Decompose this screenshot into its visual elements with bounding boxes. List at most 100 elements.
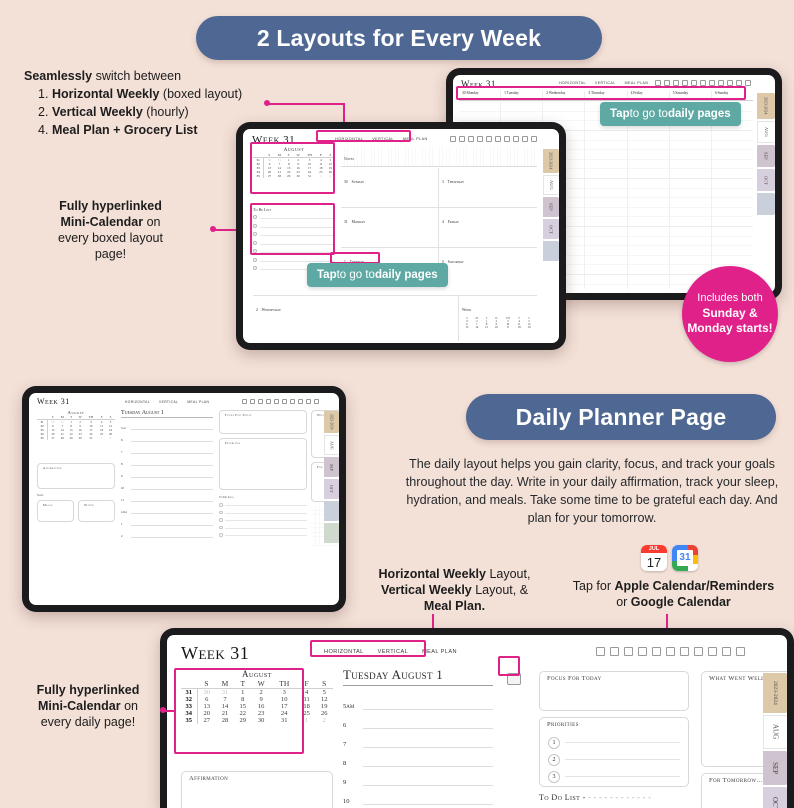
priorities-box[interactable]: Priorities — [219, 438, 307, 490]
affirmation-box[interactable]: Affirmation — [37, 463, 115, 489]
list-icon[interactable] — [736, 647, 745, 656]
hour-row[interactable]: 8 — [121, 454, 213, 466]
hour-line[interactable] — [131, 513, 213, 514]
target-icon[interactable] — [477, 136, 483, 142]
checkbox-icon[interactable] — [253, 257, 257, 262]
target-icon[interactable] — [638, 647, 647, 656]
hour-line[interactable] — [363, 785, 493, 786]
side-tab-year[interactable]: 2023-2024 — [757, 93, 775, 119]
hour-row[interactable]: 1 — [121, 514, 213, 526]
hour-column[interactable] — [585, 102, 628, 289]
trophy-icon[interactable] — [258, 399, 263, 404]
hour-row[interactable]: 9 — [343, 767, 493, 786]
day-cell[interactable]: 2 — [106, 436, 115, 440]
hour-row[interactable]: 10 — [121, 478, 213, 490]
todo-checklist[interactable] — [219, 503, 307, 541]
list-item[interactable] — [219, 518, 307, 522]
hour-row[interactable]: 7 — [343, 729, 493, 748]
checkbox-icon[interactable] — [219, 518, 223, 522]
hour-row[interactable]: 7 — [121, 442, 213, 454]
tab-vertical[interactable]: VERTICAL — [595, 81, 616, 85]
day-cell[interactable]: 14 — [472, 326, 482, 329]
footer-mini-calendar[interactable]: S M T W TH F S 30 31 1 2 3 4 5 6 7 8 9 10 11 12 13 14 15 16 17… — [462, 317, 534, 329]
day-box[interactable]: 30 Sunday — [341, 168, 439, 208]
side-tab-oct[interactable]: OCT — [757, 169, 775, 191]
todo-line[interactable] — [260, 258, 335, 262]
hour-line[interactable] — [363, 747, 493, 748]
hour-row[interactable]: 5am — [343, 691, 493, 710]
trophy-icon[interactable] — [468, 136, 474, 142]
checkbox-icon[interactable] — [253, 266, 257, 270]
tab-meal-plan[interactable]: MEAL PLAN — [625, 81, 649, 85]
day-cell[interactable]: 28 — [58, 436, 67, 440]
day-box[interactable]: 5 Saturday — [439, 248, 537, 288]
meals-box[interactable]: Meals — [37, 500, 74, 522]
day-cell[interactable]: 16 — [491, 326, 501, 329]
home-icon[interactable] — [596, 647, 605, 656]
checkbox-icon[interactable] — [219, 510, 223, 514]
tab-meal-plan[interactable]: MEAL PLAN — [422, 649, 457, 655]
hour-line[interactable] — [131, 525, 213, 526]
hour-line[interactable] — [131, 441, 213, 442]
graduation-icon[interactable] — [459, 136, 465, 142]
side-tab-year[interactable]: 2023-2024 — [763, 673, 787, 713]
flower-icon[interactable] — [274, 399, 279, 404]
day-cell[interactable]: 2 — [315, 717, 333, 724]
tab-meal-plan[interactable]: MEAL PLAN — [187, 400, 209, 404]
todo-line[interactable] — [224, 526, 307, 529]
side-tab-oct[interactable]: OCT — [543, 219, 559, 239]
day-cell[interactable]: 15 — [482, 326, 492, 329]
copy-icon[interactable] — [708, 647, 717, 656]
list-item[interactable] — [253, 257, 335, 262]
priority-rows[interactable]: 1 2 3 — [548, 734, 680, 785]
graduation-icon[interactable] — [610, 647, 619, 656]
day-cell[interactable]: 30 — [76, 436, 85, 440]
home-icon[interactable] — [242, 399, 247, 404]
hour-row[interactable]: 6 — [343, 710, 493, 729]
day-cell[interactable]: 19 — [315, 703, 333, 710]
hour-rows[interactable]: 5am 6 7 8 9 10 11 12pm 1 2 — [121, 418, 213, 538]
hour-line[interactable] — [363, 709, 493, 710]
side-tab-year[interactable]: 2023-2024 — [543, 149, 559, 173]
day-cell[interactable]: 17 — [501, 326, 514, 329]
focus-box[interactable]: Focus For Today — [539, 671, 689, 711]
tab-vertical[interactable]: VERTICAL — [159, 400, 178, 404]
hour-line[interactable] — [131, 453, 213, 454]
list-item[interactable] — [219, 503, 307, 507]
day-cell[interactable]: 27 — [47, 436, 57, 440]
hour-row[interactable]: 6 — [121, 430, 213, 442]
hour-column[interactable] — [711, 102, 753, 289]
side-tab-oct[interactable]: OCT — [324, 479, 339, 499]
water-box[interactable]: Water — [78, 500, 115, 522]
hour-line[interactable] — [131, 465, 213, 466]
hour-row[interactable]: 11 — [121, 490, 213, 502]
google-calendar-icon[interactable]: 31 — [672, 545, 698, 571]
day-box[interactable]: 4 Friday — [439, 208, 537, 248]
hour-line[interactable] — [131, 537, 213, 538]
day-cell[interactable]: 29 — [67, 436, 76, 440]
mini-calendar[interactable]: August S M T W TH F S 31303112345 — [37, 410, 115, 440]
target-icon[interactable] — [266, 399, 271, 404]
hour-line[interactable] — [131, 501, 213, 502]
priority-row[interactable]: 3 — [548, 768, 680, 785]
day-cell[interactable]: 5 — [315, 689, 333, 696]
hour-row[interactable]: 10 — [343, 786, 493, 805]
checkbox-icon[interactable] — [219, 533, 223, 537]
todo-line[interactable] — [224, 518, 307, 522]
folder-icon[interactable] — [722, 647, 731, 656]
side-tab-oct[interactable]: OCT — [763, 787, 787, 808]
side-tab-sep[interactable]: SEP — [324, 457, 339, 477]
folder-icon[interactable] — [314, 399, 319, 404]
list-icon[interactable] — [745, 80, 751, 86]
scissors-icon[interactable] — [680, 647, 689, 656]
hour-column[interactable] — [627, 102, 670, 289]
day-box[interactable]: 31 Monday — [341, 208, 439, 248]
side-tab-sep[interactable]: SEP — [543, 197, 559, 217]
day-cell[interactable]: 1 — [97, 436, 106, 440]
side-tab-nov[interactable] — [543, 241, 559, 261]
hour-row[interactable]: 12pm — [121, 502, 213, 514]
day-cell[interactable]: 19 — [524, 326, 534, 329]
hour-line[interactable] — [131, 477, 213, 478]
priority-line[interactable] — [565, 776, 680, 777]
side-tab-nov[interactable] — [757, 193, 775, 215]
